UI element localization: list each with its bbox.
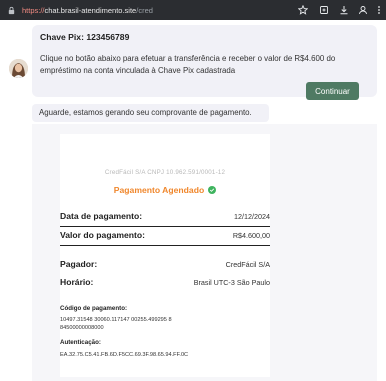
pix-key-title: Chave Pix: 123456789: [40, 32, 130, 42]
check-icon: [208, 186, 217, 194]
download-icon[interactable]: [337, 3, 351, 17]
payer-value: CredFácil S/A: [225, 260, 270, 269]
continue-button[interactable]: Continuar: [306, 82, 359, 100]
payment-amount-label: Valor do pagamento:: [60, 230, 145, 240]
payment-receipt: CredFácil S/A CNPJ 10.962.591/0001-12 Pa…: [60, 134, 270, 377]
url-host: chat.brasil-atendimento.site: [44, 5, 137, 15]
divider: [60, 245, 270, 246]
menu-icon[interactable]: [372, 3, 386, 17]
pix-instructions: Clique no botão abaixo para efetuar a tr…: [40, 54, 336, 75]
payment-date-label: Data de pagamento:: [60, 211, 143, 221]
time-label: Horário:: [60, 277, 94, 287]
receipt-container: CredFácil S/A CNPJ 10.962.591/0001-12 Pa…: [32, 124, 377, 381]
authentication-label: Autenticação:: [60, 339, 101, 346]
payment-date-value: 12/12/2024: [234, 212, 270, 221]
wait-message: Aguarde, estamos gerando seu comprovante…: [39, 108, 252, 117]
authentication-value: EA.32.75.C5.41.FB.6D.F5CC.69.3F.98.65.94…: [60, 352, 189, 358]
status-line: Pagamento Agendado: [60, 185, 270, 195]
url-path: /cred: [136, 5, 153, 15]
status-badge: Pagamento Agendado: [113, 185, 205, 195]
payer-row: Pagador: CredFácil S/A: [60, 259, 270, 271]
company-cnpj: CredFácil S/A CNPJ 10.962.591/0001-12: [104, 169, 226, 176]
payment-date-row: Data de pagamento: 12/12/2024: [60, 211, 270, 223]
avatar: [9, 59, 28, 78]
chat-page: Chave Pix: 123456789 Clique no botão aba…: [0, 20, 386, 381]
url-text[interactable]: https:// chat.brasil-atendimento.site /c…: [22, 6, 153, 15]
payment-code-label: Código de pagamento:: [60, 305, 128, 312]
time-value: Brasil UTC-3 São Paulo: [193, 278, 270, 287]
payment-amount-row: Valor do pagamento: R$4.600,00: [60, 230, 270, 242]
divider: [60, 226, 270, 227]
lock-icon[interactable]: [0, 0, 22, 20]
extension-icon[interactable]: [317, 3, 331, 17]
profile-icon[interactable]: [356, 3, 370, 17]
star-icon[interactable]: [296, 3, 310, 17]
browser-address-bar[interactable]: https:// chat.brasil-atendimento.site /c…: [0, 0, 386, 20]
url-scheme: https://: [22, 5, 45, 15]
time-row: Horário: Brasil UTC-3 São Paulo: [60, 277, 270, 289]
wait-message-bubble: Aguarde, estamos gerando seu comprovante…: [32, 104, 269, 122]
payment-amount-value: R$4.600,00: [232, 231, 270, 240]
payment-code-value: 10497.31548 30060.117147 00255.499295 8 …: [60, 317, 172, 331]
payer-label: Pagador:: [60, 259, 98, 269]
